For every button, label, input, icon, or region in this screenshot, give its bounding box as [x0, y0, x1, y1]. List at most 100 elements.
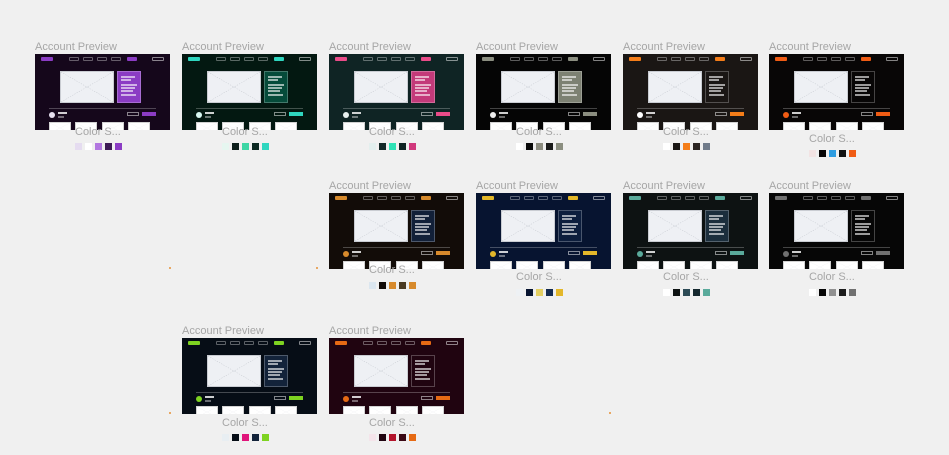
color-swatch-row[interactable] — [516, 289, 563, 296]
color-swatch[interactable] — [75, 143, 82, 150]
color-swatch[interactable] — [683, 143, 690, 150]
color-swatch[interactable] — [693, 289, 700, 296]
color-swatch[interactable] — [399, 434, 406, 441]
color-swatch[interactable] — [546, 289, 553, 296]
preview-thumbnail[interactable] — [329, 193, 464, 269]
frame-label[interactable]: Account Preview — [769, 41, 851, 53]
color-scheme-label[interactable]: Color S... — [516, 271, 562, 283]
color-swatch[interactable] — [379, 143, 386, 150]
color-swatch[interactable] — [379, 282, 386, 289]
frame-label[interactable]: Account Preview — [329, 41, 411, 53]
color-scheme-label[interactable]: Color S... — [369, 417, 415, 429]
color-scheme-label[interactable]: Color S... — [809, 133, 855, 145]
frame-label[interactable]: Account Preview — [329, 180, 411, 192]
preview-thumbnail[interactable] — [476, 193, 611, 269]
frame-label[interactable]: Account Preview — [329, 325, 411, 337]
color-swatch[interactable] — [703, 289, 710, 296]
color-swatch[interactable] — [526, 289, 533, 296]
color-swatch[interactable] — [829, 150, 836, 157]
color-scheme-label[interactable]: Color S... — [369, 264, 415, 276]
preview-thumbnail[interactable] — [623, 193, 758, 269]
preview-thumbnail[interactable] — [769, 54, 904, 130]
preview-thumbnail[interactable] — [329, 338, 464, 414]
color-swatch-row[interactable] — [663, 289, 710, 296]
preview-thumbnail[interactable] — [182, 54, 317, 130]
color-swatch[interactable] — [409, 143, 416, 150]
color-swatch[interactable] — [369, 282, 376, 289]
color-swatch[interactable] — [839, 289, 846, 296]
color-swatch[interactable] — [262, 434, 269, 441]
color-scheme-label[interactable]: Color S... — [222, 417, 268, 429]
preview-thumbnail[interactable] — [476, 54, 611, 130]
color-swatch-row[interactable] — [809, 150, 856, 157]
color-swatch[interactable] — [115, 143, 122, 150]
color-swatch-row[interactable] — [222, 143, 269, 150]
color-swatch[interactable] — [556, 289, 563, 296]
color-scheme-label[interactable]: Color S... — [369, 126, 415, 138]
color-swatch[interactable] — [409, 434, 416, 441]
color-swatch[interactable] — [663, 289, 670, 296]
color-swatch[interactable] — [105, 143, 112, 150]
color-swatch[interactable] — [849, 150, 856, 157]
color-swatch[interactable] — [819, 150, 826, 157]
color-swatch[interactable] — [369, 434, 376, 441]
color-scheme-label[interactable]: Color S... — [663, 126, 709, 138]
preview-thumbnail[interactable] — [623, 54, 758, 130]
color-swatch[interactable] — [222, 434, 229, 441]
frame-label[interactable]: Account Preview — [623, 180, 705, 192]
color-swatch[interactable] — [379, 434, 386, 441]
color-swatch[interactable] — [399, 282, 406, 289]
color-swatch[interactable] — [673, 143, 680, 150]
preview-thumbnail[interactable] — [35, 54, 170, 130]
color-swatch[interactable] — [556, 143, 563, 150]
color-scheme-label[interactable]: Color S... — [516, 126, 562, 138]
color-swatch[interactable] — [703, 143, 710, 150]
preview-thumbnail[interactable] — [769, 193, 904, 269]
color-swatch[interactable] — [85, 143, 92, 150]
color-swatch[interactable] — [242, 143, 249, 150]
color-swatch[interactable] — [536, 143, 543, 150]
color-swatch[interactable] — [829, 289, 836, 296]
color-swatch-row[interactable] — [222, 434, 269, 441]
color-swatch[interactable] — [252, 434, 259, 441]
frame-label[interactable]: Account Preview — [623, 41, 705, 53]
color-swatch[interactable] — [546, 143, 553, 150]
color-swatch[interactable] — [252, 143, 259, 150]
color-swatch[interactable] — [516, 289, 523, 296]
color-swatch[interactable] — [809, 150, 816, 157]
color-swatch-row[interactable] — [369, 434, 416, 441]
color-swatch[interactable] — [222, 143, 229, 150]
color-swatch-row[interactable] — [516, 143, 563, 150]
color-swatch-row[interactable] — [809, 289, 856, 296]
frame-label[interactable]: Account Preview — [476, 41, 558, 53]
color-swatch[interactable] — [516, 143, 523, 150]
color-swatch-row[interactable] — [369, 282, 416, 289]
color-swatch[interactable] — [819, 289, 826, 296]
frame-label[interactable]: Account Preview — [769, 180, 851, 192]
frame-label[interactable]: Account Preview — [182, 41, 264, 53]
color-swatch[interactable] — [242, 434, 249, 441]
color-swatch[interactable] — [95, 143, 102, 150]
color-swatch[interactable] — [663, 143, 670, 150]
frame-label[interactable]: Account Preview — [182, 325, 264, 337]
preview-thumbnail[interactable] — [329, 54, 464, 130]
color-swatch-row[interactable] — [75, 143, 122, 150]
color-swatch[interactable] — [809, 289, 816, 296]
color-swatch[interactable] — [399, 143, 406, 150]
color-swatch[interactable] — [369, 143, 376, 150]
color-swatch[interactable] — [389, 434, 396, 441]
color-scheme-label[interactable]: Color S... — [663, 271, 709, 283]
color-swatch[interactable] — [389, 143, 396, 150]
color-scheme-label[interactable]: Color S... — [809, 271, 855, 283]
color-swatch[interactable] — [693, 143, 700, 150]
color-swatch[interactable] — [673, 289, 680, 296]
color-swatch-row[interactable] — [369, 143, 416, 150]
color-swatch[interactable] — [839, 150, 846, 157]
color-swatch[interactable] — [536, 289, 543, 296]
color-swatch[interactable] — [232, 434, 239, 441]
color-scheme-label[interactable]: Color S... — [75, 126, 121, 138]
color-swatch[interactable] — [389, 282, 396, 289]
preview-thumbnail[interactable] — [182, 338, 317, 414]
color-scheme-label[interactable]: Color S... — [222, 126, 268, 138]
color-swatch-row[interactable] — [663, 143, 710, 150]
